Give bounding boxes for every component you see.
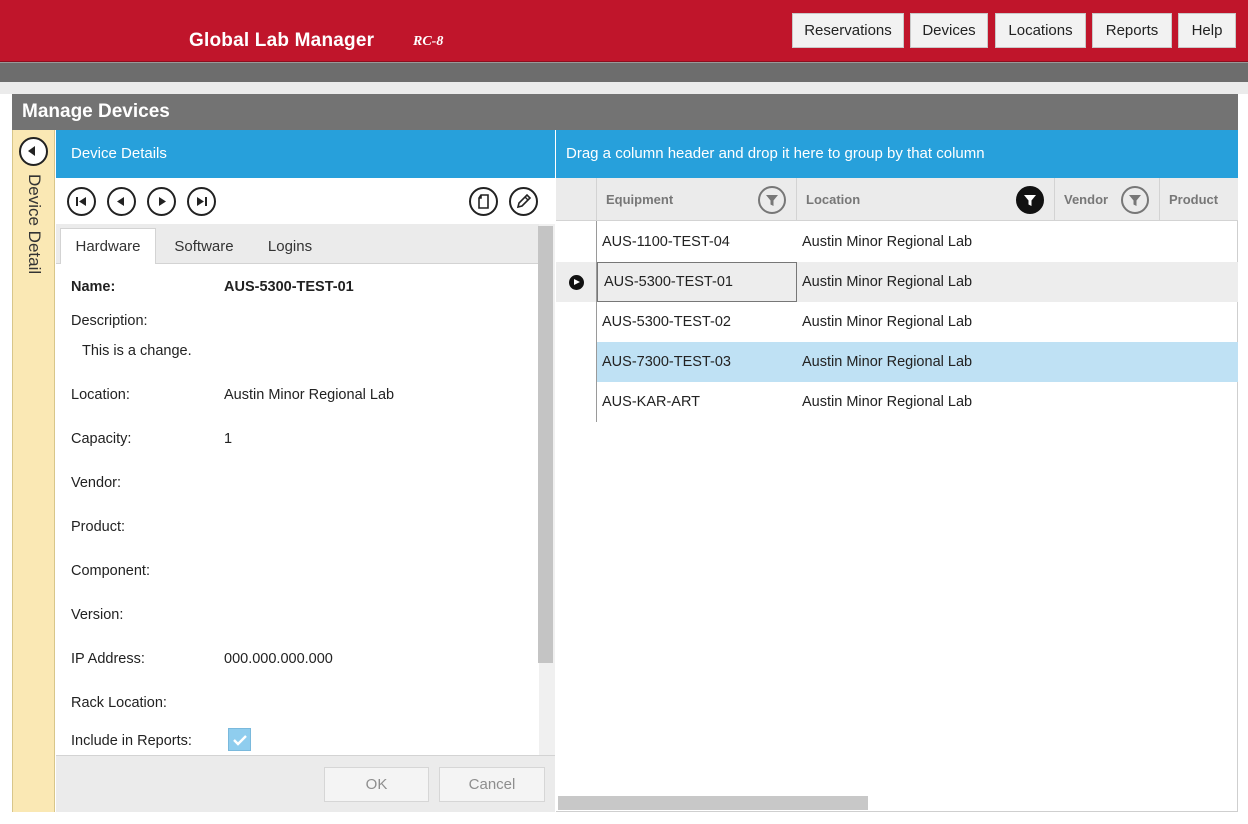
equipment-cell[interactable]: AUS-KAR-ART xyxy=(596,382,796,422)
nav-devices-button[interactable]: Devices xyxy=(910,13,988,48)
location-cell[interactable]: Austin Minor Regional Lab xyxy=(796,302,1054,342)
ip-address-value: 000.000.000.000 xyxy=(224,651,333,667)
equipment-filter-icon[interactable] xyxy=(758,186,786,214)
ok-button[interactable]: OK xyxy=(324,767,429,802)
device-details-header: Device Details xyxy=(56,130,555,178)
cancel-button[interactable]: Cancel xyxy=(439,767,545,802)
location-cell[interactable]: Austin Minor Regional Lab xyxy=(796,342,1054,382)
vendor-header-label: Vendor xyxy=(1064,192,1109,207)
first-record-icon[interactable] xyxy=(67,187,96,216)
equipment-cell-focused[interactable]: AUS-5300-TEST-01 xyxy=(597,262,797,302)
table-row-selected[interactable]: AUS-7300-TEST-03 Austin Minor Regional L… xyxy=(597,342,1238,382)
column-header-vendor[interactable]: Vendor xyxy=(1055,178,1160,221)
location-cell[interactable]: Austin Minor Regional Lab xyxy=(796,222,1054,262)
rack-location-label: Rack Location: xyxy=(71,695,167,711)
page-title: Manage Devices xyxy=(12,94,1238,130)
app-title: Global Lab Manager xyxy=(189,30,375,51)
tab-logins[interactable]: Logins xyxy=(252,228,328,264)
description-value: This is a change. xyxy=(82,343,192,359)
indicator-column-divider xyxy=(596,221,597,422)
description-label: Description: xyxy=(71,313,148,329)
column-header-equipment[interactable]: Equipment xyxy=(597,178,797,221)
capacity-value: 1 xyxy=(224,431,233,447)
name-value: AUS-5300-TEST-01 xyxy=(224,279,354,295)
location-cell[interactable]: Austin Minor Regional Lab xyxy=(796,262,1054,302)
location-header-label: Location xyxy=(806,192,861,207)
device-details-panel: Device Details Hardware Software Logins … xyxy=(56,130,555,812)
table-row[interactable]: AUS-5300-TEST-02 Austin Minor Regional L… xyxy=(556,302,1238,342)
nav-locations-button[interactable]: Locations xyxy=(995,13,1086,48)
equipment-cell[interactable]: AUS-1100-TEST-04 xyxy=(596,222,796,262)
grid-horizontal-scrollbar[interactable] xyxy=(558,796,868,810)
app-version: RC-8 xyxy=(413,34,444,49)
table-row-current[interactable]: AUS-5300-TEST-01 Austin Minor Regional L… xyxy=(556,262,1238,302)
spacer-bar xyxy=(0,82,1248,94)
location-label: Location: xyxy=(71,387,130,403)
location-cell[interactable]: Austin Minor Regional Lab xyxy=(796,382,1054,422)
hardware-form: Name: AUS-5300-TEST-01 Description: This… xyxy=(56,264,539,755)
vendor-filter-icon[interactable] xyxy=(1121,186,1149,214)
include-in-reports-label: Include in Reports: xyxy=(71,733,192,749)
sub-bar xyxy=(0,62,1248,82)
equipment-header-label: Equipment xyxy=(606,192,674,207)
tab-software[interactable]: Software xyxy=(160,228,248,264)
app-header: Global Lab Manager RC-8 Reservations Dev… xyxy=(0,0,1248,62)
product-label: Product: xyxy=(71,519,125,535)
record-toolbar xyxy=(56,178,555,224)
equipment-cell[interactable]: AUS-7300-TEST-03 xyxy=(596,342,796,382)
vendor-label: Vendor: xyxy=(71,475,121,491)
capacity-label: Capacity: xyxy=(71,431,132,447)
group-by-drop-area[interactable]: Drag a column header and drop it here to… xyxy=(556,130,1238,178)
location-filter-active-icon[interactable] xyxy=(1016,186,1044,214)
nav-reservations-button[interactable]: Reservations xyxy=(792,13,904,48)
devices-grid: Drag a column header and drop it here to… xyxy=(556,130,1238,812)
details-footer: OK Cancel xyxy=(56,755,555,812)
equipment-cell[interactable]: AUS-5300-TEST-02 xyxy=(596,302,796,342)
column-header-product[interactable]: Product xyxy=(1160,178,1238,221)
version-label: Version: xyxy=(71,607,124,623)
collapse-left-icon[interactable] xyxy=(19,137,48,166)
name-label: Name: xyxy=(71,279,116,295)
row-indicator-header xyxy=(556,178,597,221)
table-row[interactable]: AUS-1100-TEST-04 Austin Minor Regional L… xyxy=(556,222,1238,262)
edit-pencil-icon[interactable] xyxy=(509,187,538,216)
current-row-indicator-icon xyxy=(569,275,584,290)
component-label: Component: xyxy=(71,563,150,579)
nav-help-button[interactable]: Help xyxy=(1178,13,1236,48)
last-record-icon[interactable] xyxy=(187,187,216,216)
table-row[interactable]: AUS-KAR-ART Austin Minor Regional Lab xyxy=(556,382,1238,422)
product-header-label: Product xyxy=(1169,192,1219,207)
device-detail-side-tab[interactable]: Device Detail xyxy=(12,130,55,812)
location-value: Austin Minor Regional Lab xyxy=(224,387,395,403)
column-header-location[interactable]: Location xyxy=(797,178,1055,221)
tab-hardware[interactable]: Hardware xyxy=(60,228,156,265)
ip-address-label: IP Address: xyxy=(71,651,145,667)
previous-record-icon[interactable] xyxy=(107,187,136,216)
details-scrollbar-thumb[interactable] xyxy=(538,226,553,663)
new-document-icon[interactable] xyxy=(469,187,498,216)
side-tab-label: Device Detail xyxy=(25,174,44,275)
next-record-icon[interactable] xyxy=(147,187,176,216)
nav-reports-button[interactable]: Reports xyxy=(1092,13,1172,48)
include-in-reports-checkbox[interactable] xyxy=(228,728,251,751)
details-tabs: Hardware Software Logins xyxy=(56,224,539,265)
